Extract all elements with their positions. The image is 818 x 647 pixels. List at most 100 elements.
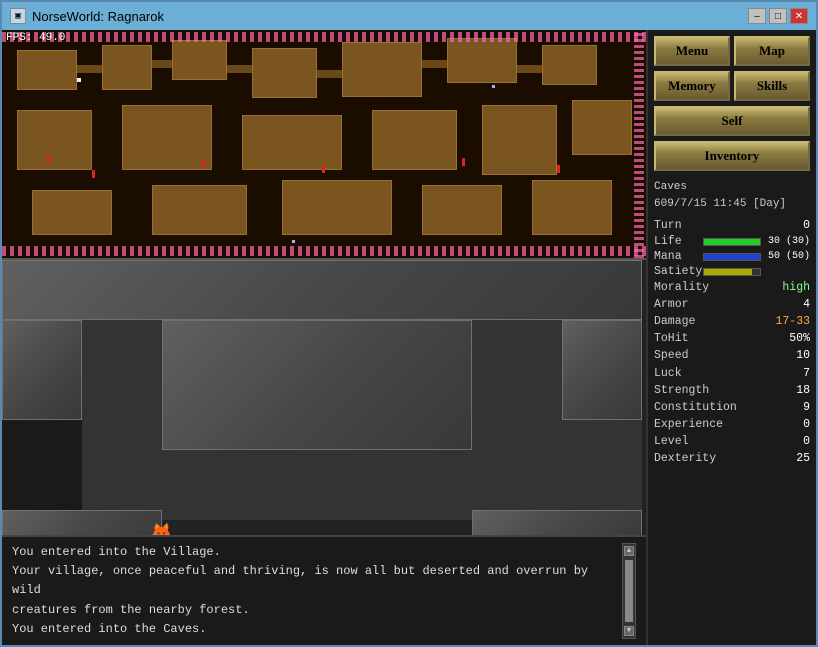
- dark-left: [2, 420, 82, 520]
- log-line-2: Your village, once peaceful and thriving…: [12, 562, 618, 600]
- enemy-fox: 🦊: [150, 522, 172, 535]
- log-line-3: creatures from the nearby forest.: [12, 601, 618, 620]
- title-bar-left: ▣ NorseWorld: Ragnarok: [10, 8, 164, 24]
- life-label: Life: [654, 235, 699, 248]
- map-room-10: [242, 115, 342, 170]
- btn-row-2: Memory Skills: [654, 71, 810, 101]
- map-dot-1: [47, 155, 50, 163]
- corridor-4: [317, 70, 342, 78]
- stat-strength-val: 18: [796, 383, 810, 399]
- stat-damage-label: Damage: [654, 314, 695, 330]
- window-frame: ▣ NorseWorld: Ragnarok – □ ✕ FPS: 49.0: [0, 0, 818, 647]
- stat-strength-label: Strength: [654, 383, 709, 399]
- wall-left-mid: [2, 320, 82, 420]
- map-item-1: [77, 78, 81, 82]
- stat-morality-label: Morality: [654, 280, 709, 296]
- skills-button[interactable]: Skills: [734, 71, 810, 101]
- map-room-17: [422, 185, 502, 235]
- map-room-18: [532, 180, 612, 235]
- wall-top: [2, 260, 642, 320]
- map-dot-2: [92, 170, 95, 178]
- self-button[interactable]: Self: [654, 106, 810, 136]
- mana-val: 50 (50): [765, 251, 810, 262]
- stat-turn: Turn 0: [654, 218, 810, 234]
- map-dot-6: [557, 165, 560, 173]
- stat-experience: Experience 0: [654, 417, 810, 433]
- corridor-6: [517, 65, 542, 73]
- map-button[interactable]: Map: [734, 36, 810, 66]
- stat-morality-val: high: [782, 280, 810, 296]
- life-bar-container: Life 30 (30): [654, 235, 810, 248]
- stat-experience-val: 0: [803, 417, 810, 433]
- stat-tohit-label: ToHit: [654, 331, 689, 347]
- stat-luck-val: 7: [803, 366, 810, 382]
- stat-level-label: Level: [654, 434, 689, 450]
- mana-bar-fill: [704, 254, 760, 260]
- stat-strength: Strength 18: [654, 383, 810, 399]
- location-info: Caves 609/7/15 11:45 [Day]: [654, 179, 810, 212]
- menu-button[interactable]: Menu: [654, 36, 730, 66]
- map-room-12: [482, 105, 557, 175]
- close-button[interactable]: ✕: [790, 8, 808, 24]
- map-dot-blue-1: [292, 240, 295, 243]
- game-area: FPS: 49.0: [2, 30, 646, 645]
- life-bar-fill: [704, 239, 760, 245]
- btn-row-1: Menu Map: [654, 36, 810, 66]
- wall-bot-left: [2, 510, 162, 535]
- map-dot-5: [462, 158, 465, 166]
- minimize-button[interactable]: –: [748, 8, 766, 24]
- memory-button[interactable]: Memory: [654, 71, 730, 101]
- stat-constitution-label: Constitution: [654, 400, 737, 416]
- corridor-2: [152, 60, 172, 68]
- scroll-up-button[interactable]: ▲: [624, 546, 634, 556]
- map-room-15: [152, 185, 247, 235]
- satiety-bar-fill: [704, 269, 752, 275]
- map-room-8: [17, 110, 92, 170]
- map-room-4: [252, 48, 317, 98]
- bottom-game: 🦊 ⚔ ☺ ╱ ❯❯ ❯❯ ❯❯ ❯❯ ❯❯ ❯❯ ❯❯ ❯: [2, 260, 646, 535]
- map-room-5: [342, 42, 422, 97]
- map-room-9: [122, 105, 212, 170]
- location-name: Caves: [654, 179, 810, 196]
- map-room-16: [282, 180, 392, 235]
- stat-damage: Damage 17-33: [654, 314, 810, 330]
- map-room-13: [572, 100, 632, 155]
- map-dot-blue-2: [492, 85, 495, 88]
- map-dot-4: [322, 165, 325, 173]
- stat-armor-label: Armor: [654, 297, 689, 313]
- stats-area: Turn 0 Life 30 (30) Mana: [654, 218, 810, 639]
- door-left: [82, 320, 162, 450]
- map-room-14: [32, 190, 112, 235]
- chevron-border-top: [2, 32, 646, 42]
- text-log-scrollbar[interactable]: ▲ ▼: [622, 543, 636, 639]
- map-dot-3: [202, 160, 205, 168]
- mana-bar-track: [703, 253, 761, 261]
- stat-constitution-val: 9: [803, 400, 810, 416]
- main-content: FPS: 49.0: [2, 30, 816, 645]
- map-room-6: [447, 38, 517, 83]
- chevron-border-bottom: [2, 246, 646, 256]
- inventory-button[interactable]: Inventory: [654, 141, 810, 171]
- title-bar: ▣ NorseWorld: Ragnarok – □ ✕: [2, 2, 816, 30]
- stat-level: Level 0: [654, 434, 810, 450]
- floor-center: [162, 450, 472, 520]
- stat-damage-val: 17-33: [775, 314, 810, 330]
- stat-luck-label: Luck: [654, 366, 682, 382]
- satiety-bar-container: Satiety: [654, 265, 810, 278]
- window-icon: ▣: [10, 8, 26, 24]
- maximize-button[interactable]: □: [769, 8, 787, 24]
- wall-bot-right: [472, 510, 642, 535]
- wall-center: [162, 320, 472, 450]
- stat-dexterity-label: Dexterity: [654, 451, 716, 467]
- stat-level-val: 0: [803, 434, 810, 450]
- stat-turn-val: 0: [803, 218, 810, 234]
- stat-tohit-val: 50%: [789, 331, 810, 347]
- map-room-2: [102, 45, 152, 90]
- satiety-bar-track: [703, 268, 761, 276]
- scroll-thumb[interactable]: [625, 560, 633, 622]
- title-controls: – □ ✕: [748, 8, 808, 24]
- map-room-7: [542, 45, 597, 85]
- log-line-1: You entered into the Village.: [12, 543, 618, 562]
- scroll-down-button[interactable]: ▼: [624, 626, 634, 636]
- stat-armor-val: 4: [803, 297, 810, 313]
